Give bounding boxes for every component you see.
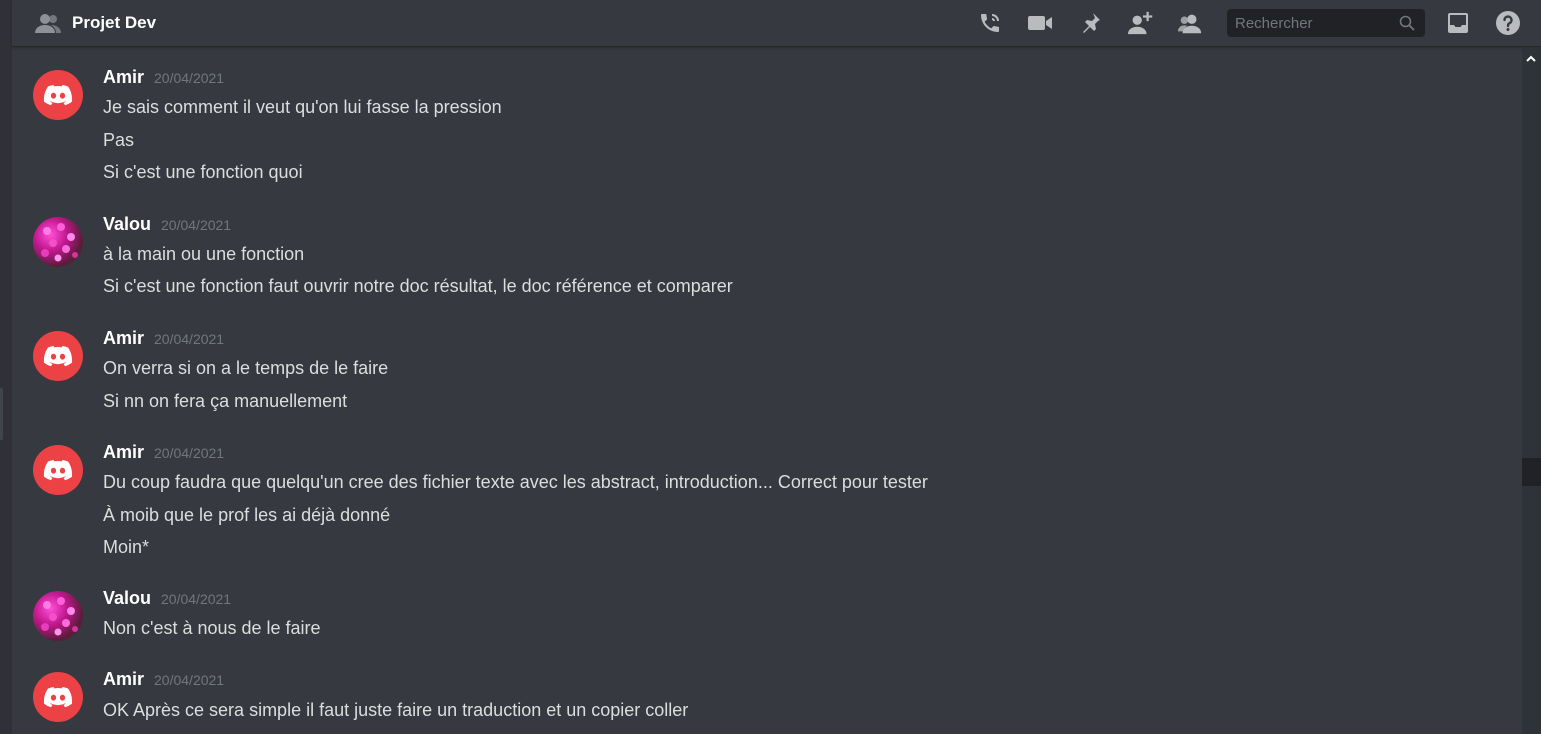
search-icon: [1399, 15, 1415, 36]
message-header: Amir 20/04/2021: [103, 328, 224, 352]
members-icon[interactable]: [1177, 10, 1203, 36]
avatar[interactable]: [33, 217, 83, 267]
message-text: Du coup faudra que quelqu'un cree des fi…: [103, 472, 928, 492]
username[interactable]: Amir: [103, 328, 144, 349]
message-group: Valou 20/04/2021 à la main ou une foncti…: [12, 214, 1512, 304]
message-text: Je sais comment il veut qu'on lui fasse …: [103, 97, 502, 117]
flower-avatar-icon: [41, 597, 78, 636]
sidebar-edge-nub: [0, 388, 3, 440]
group-dm-icon: [34, 11, 62, 35]
discord-logo-icon: [43, 687, 73, 708]
message-header: Amir 20/04/2021: [103, 442, 224, 466]
message-header: Amir 20/04/2021: [103, 67, 224, 91]
discord-logo-icon: [43, 460, 73, 481]
message-text: Si c'est une fonction quoi: [103, 162, 303, 182]
timestamp: 20/04/2021: [154, 70, 225, 86]
help-icon[interactable]: [1495, 10, 1521, 36]
message-list[interactable]: Amir 20/04/2021 Je sais comment il veut …: [12, 47, 1522, 734]
message-text: À moib que le prof les ai déjà donné: [103, 505, 391, 525]
inbox-icon[interactable]: [1445, 10, 1471, 36]
message-group: Valou 20/04/2021 Non c'est à nous de le …: [12, 588, 1512, 648]
message-header: Amir 20/04/2021: [103, 669, 224, 693]
message-header: Valou 20/04/2021: [103, 214, 231, 238]
scroll-up-chevron-icon[interactable]: [1524, 52, 1538, 66]
search-box[interactable]: [1227, 9, 1425, 37]
channel-title: Projet Dev: [72, 13, 157, 32]
message-text: Si c'est une fonction faut ouvrir notre …: [103, 276, 733, 296]
avatar[interactable]: [33, 445, 83, 495]
discord-logo-icon: [43, 85, 73, 106]
server-sidebar-edge: [0, 0, 12, 734]
avatar[interactable]: [33, 591, 83, 641]
avatar[interactable]: [33, 331, 83, 381]
username[interactable]: Amir: [103, 669, 144, 690]
message-text: à la main ou une fonction: [103, 244, 305, 264]
flower-avatar-icon: [41, 223, 78, 262]
pin-icon[interactable]: [1077, 10, 1103, 36]
channel-header: Projet Dev: [12, 0, 1541, 47]
username[interactable]: Valou: [103, 588, 151, 609]
header-toolbar: [977, 0, 1541, 46]
message-text: Pas: [103, 130, 135, 150]
avatar[interactable]: [33, 70, 83, 120]
message-header: Valou 20/04/2021: [103, 588, 231, 612]
timestamp: 20/04/2021: [161, 591, 232, 607]
timestamp: 20/04/2021: [154, 445, 225, 461]
video-icon[interactable]: [1027, 10, 1053, 36]
timestamp: 20/04/2021: [154, 331, 225, 347]
timestamp: 20/04/2021: [154, 672, 225, 688]
message-text: OK Après ce sera simple il faut juste fa…: [103, 700, 689, 720]
discord-logo-icon: [43, 346, 73, 367]
message-text: Moin*: [103, 537, 150, 557]
message-text: On verra si on a le temps de le faire: [103, 358, 389, 378]
search-input[interactable]: [1227, 13, 1397, 33]
message-group: Amir 20/04/2021 Je sais comment il veut …: [12, 67, 1512, 187]
add-member-icon[interactable]: [1127, 10, 1153, 36]
message-text: Non c'est à nous de le faire: [103, 618, 321, 638]
message-group: Amir 20/04/2021 On verra si on a le temp…: [12, 328, 1512, 418]
scrollbar-thumb[interactable]: [1522, 458, 1541, 486]
phone-call-icon[interactable]: [977, 10, 1003, 36]
message-group: Amir 20/04/2021 Du coup faudra que quelq…: [12, 442, 1512, 562]
username[interactable]: Amir: [103, 67, 144, 88]
timestamp: 20/04/2021: [161, 217, 232, 233]
username[interactable]: Amir: [103, 442, 144, 463]
message-text: Si nn on fera ça manuellement: [103, 391, 348, 411]
scrollbar-track[interactable]: [1522, 47, 1541, 734]
message-group: Amir 20/04/2021 OK Après ce sera simple …: [12, 669, 1512, 729]
avatar[interactable]: [33, 672, 83, 722]
username[interactable]: Valou: [103, 214, 151, 235]
